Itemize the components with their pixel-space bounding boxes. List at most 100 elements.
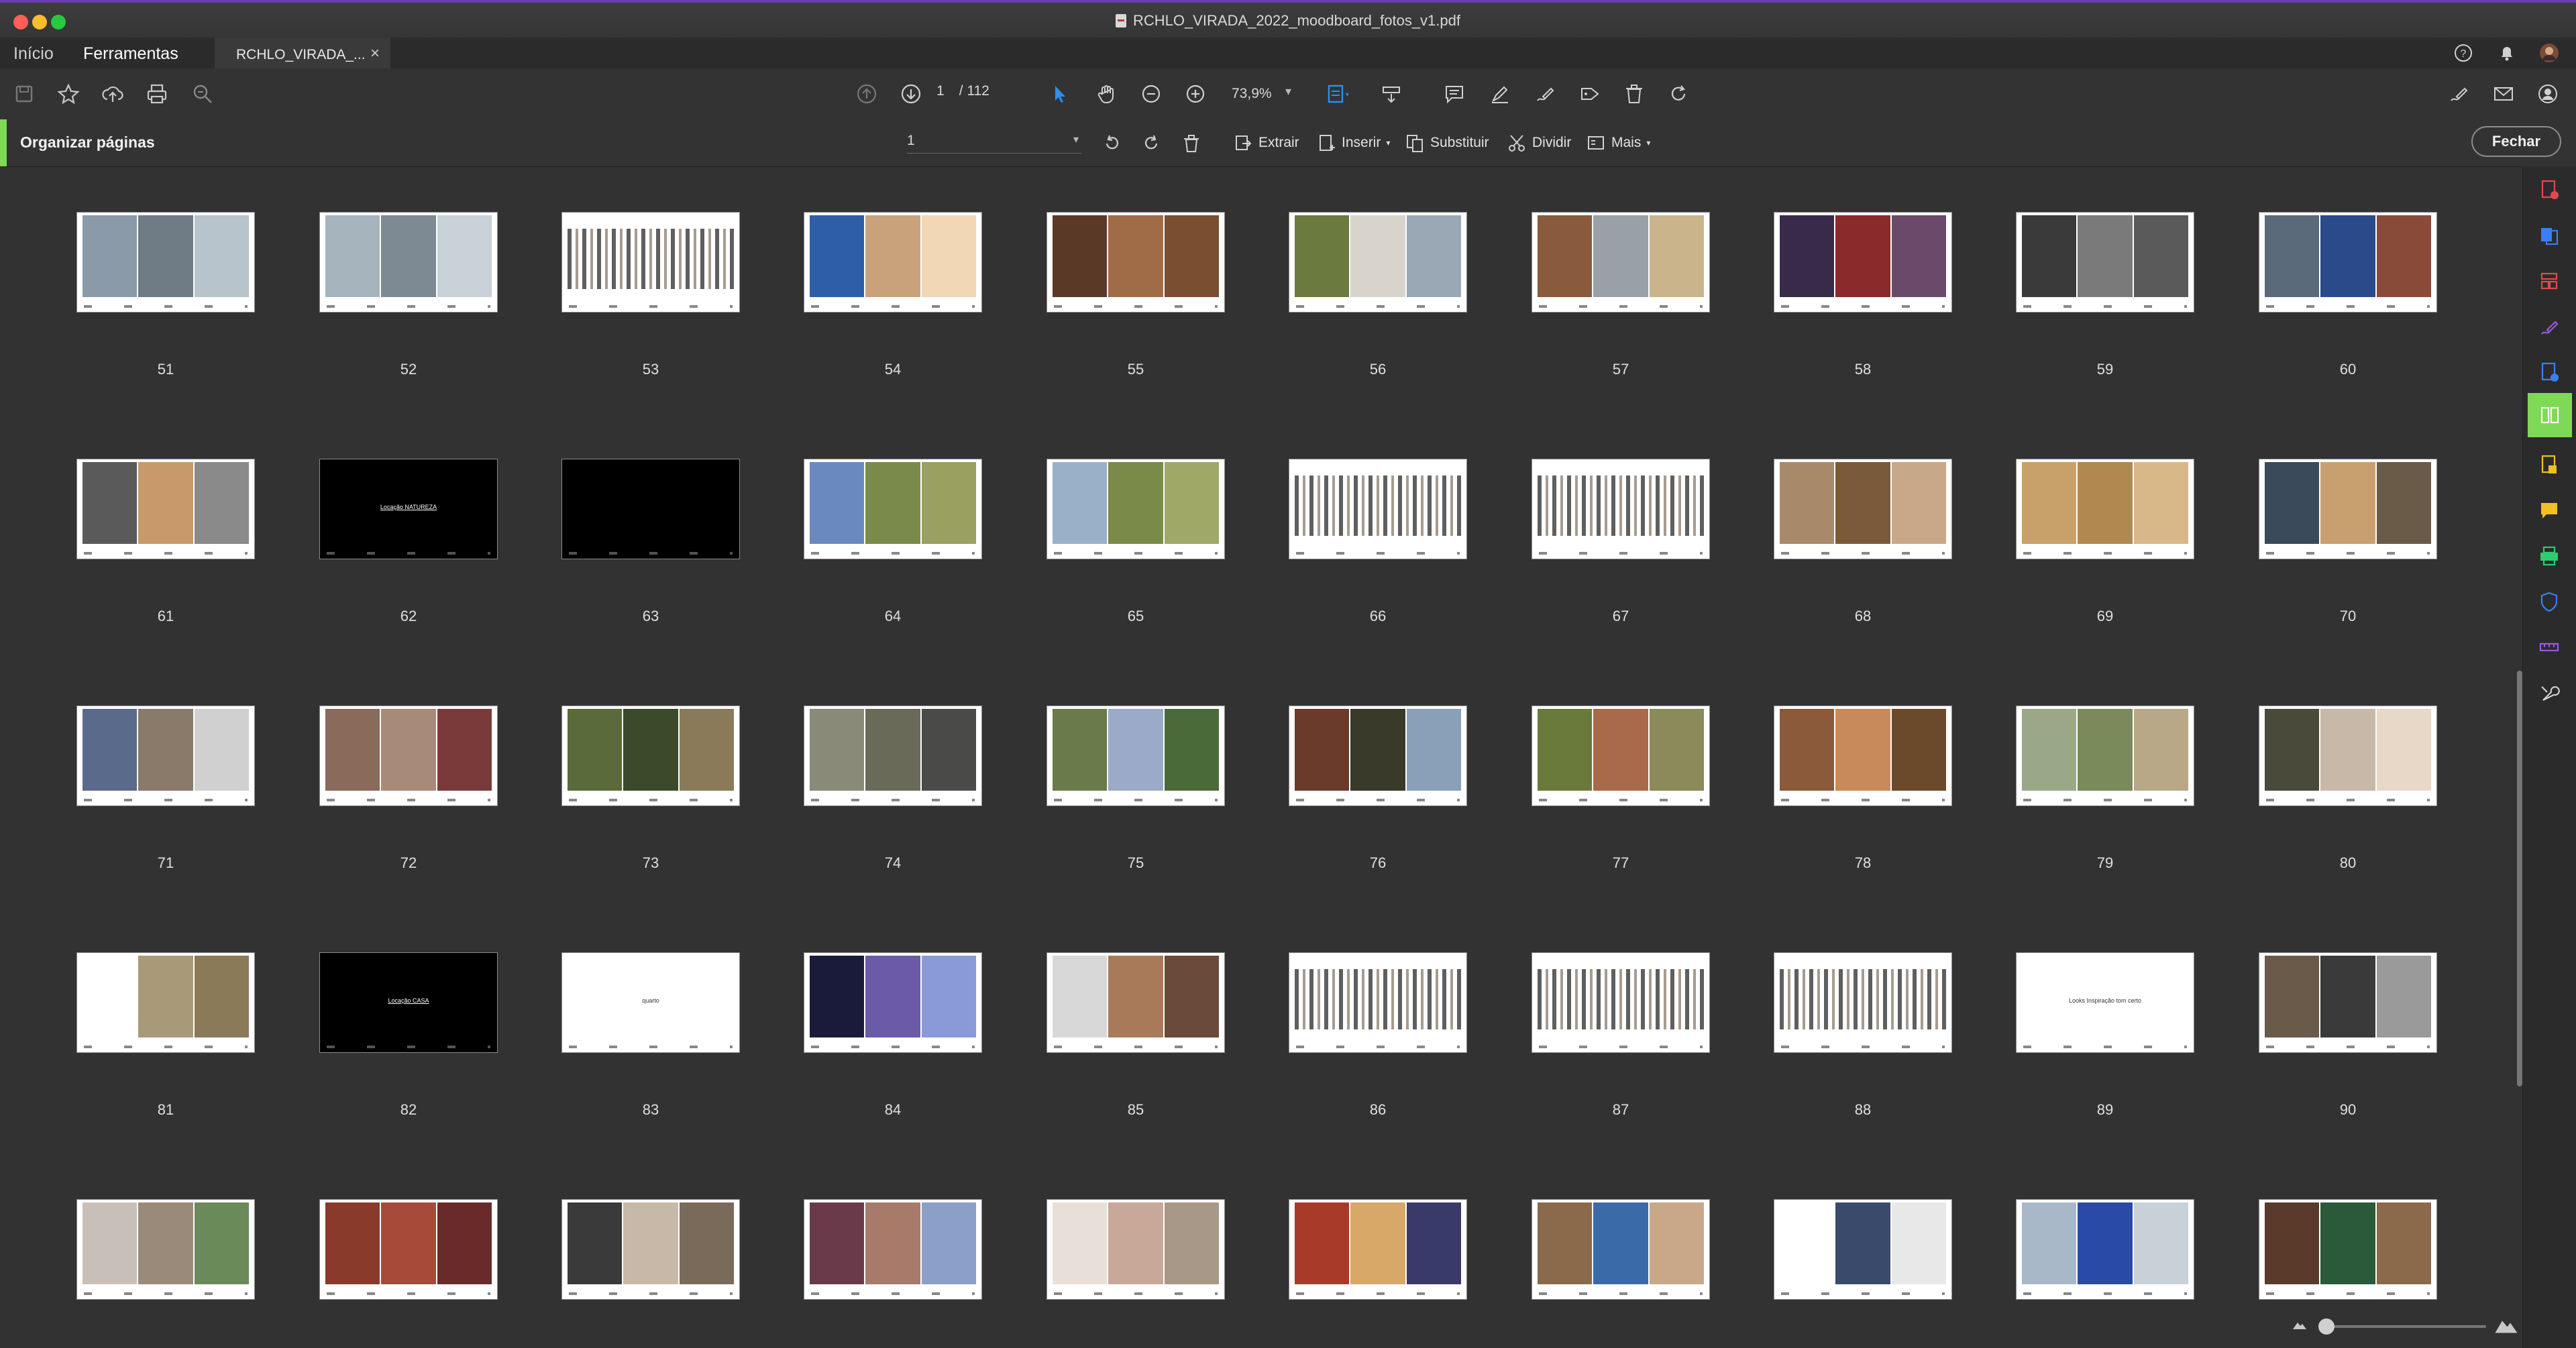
close-organize-button[interactable]: Fechar [2471,126,2561,157]
comment-tool-icon[interactable] [2532,494,2566,527]
page-thumbnail[interactable] [319,1199,498,1300]
page-thumbnail[interactable] [319,706,498,806]
page-current-input[interactable]: 1 [936,83,945,99]
page-thumbnail[interactable] [76,1199,255,1300]
page-thumbnail[interactable] [561,212,740,313]
fill-sign-icon[interactable] [2446,80,2473,107]
page-thumbnail[interactable] [2016,459,2194,559]
highlight-pen-icon[interactable] [1487,80,1513,107]
upload-cloud-icon[interactable] [99,80,126,107]
page-thumbnail[interactable]: Looks Inspiração tom certo [2016,952,2194,1053]
page-thumbnail[interactable] [1774,706,1952,806]
page-thumbnail[interactable] [2016,1199,2194,1300]
export-pdf-icon[interactable] [2532,355,2566,389]
layout-edit-icon[interactable] [2532,264,2566,298]
sign-pen-icon[interactable] [1532,80,1559,107]
page-thumbnail[interactable] [1532,706,1710,806]
label-tag-icon[interactable] [1576,80,1603,107]
scroll-mode-icon[interactable] [1378,80,1405,107]
tab-document[interactable]: RCHLO_VIRADA_... × [215,38,390,68]
page-thumbnail[interactable] [76,706,255,806]
select-cursor-icon[interactable] [1046,80,1073,107]
page-thumbnail[interactable] [1046,212,1225,313]
extract-button[interactable]: Extrair [1233,133,1299,153]
create-pdf-icon[interactable] [2532,173,2566,207]
page-thumbnail[interactable] [2259,459,2437,559]
page-indicator[interactable]: 1 / 112 [936,83,1017,99]
page-thumbnail[interactable] [804,459,982,559]
zoom-level[interactable]: 73,9% [1232,86,1272,102]
page-thumbnail[interactable] [561,1199,740,1300]
page-thumbnail[interactable] [1289,459,1467,559]
page-thumbnail[interactable] [804,952,982,1053]
zoom-dropdown-chevron-icon[interactable]: ▾ [1285,85,1291,99]
page-thumbnail[interactable] [319,212,498,313]
page-thumbnail[interactable] [2259,706,2437,806]
scan-ocr-icon[interactable] [2532,448,2566,482]
page-thumbnail[interactable]: Locação CASA [319,952,498,1053]
large-thumbnails-mountain-icon[interactable] [2494,1312,2518,1339]
page-thumbnail[interactable] [2016,212,2194,313]
page-thumbnail[interactable] [561,459,740,559]
zoom-in-icon[interactable] [1182,80,1209,107]
page-display-icon[interactable]: ▾ [1323,80,1350,107]
vertical-scrollbar[interactable] [2517,671,2522,1086]
small-thumbnails-mountain-icon[interactable] [2292,1316,2308,1335]
page-thumbnail[interactable] [1774,212,1952,313]
thumbnail-size-slider-knob[interactable] [2318,1318,2334,1335]
page-range-select[interactable]: 1 ▾ [907,133,1081,154]
protect-shield-icon[interactable] [2532,585,2566,618]
combine-files-icon[interactable] [2532,219,2566,252]
page-thumbnail[interactable] [1532,1199,1710,1300]
previous-page-icon[interactable] [853,80,880,107]
page-thumbnail[interactable] [1774,1199,1952,1300]
page-thumbnail[interactable] [2259,212,2437,313]
page-thumbnail[interactable] [1046,1199,1225,1300]
page-thumbnail[interactable] [1046,952,1225,1053]
tab-home[interactable]: Início [13,44,54,64]
page-thumbnail[interactable] [1532,212,1710,313]
close-tab-icon[interactable]: × [370,44,380,63]
page-thumbnail[interactable] [561,706,740,806]
page-thumbnail[interactable] [1532,459,1710,559]
print-icon[interactable] [144,80,170,107]
page-thumbnail[interactable]: quarto [561,952,740,1053]
notifications-bell-icon[interactable] [2497,43,2517,63]
tab-tools[interactable]: Ferramentas [83,44,178,64]
find-search-icon[interactable] [189,80,216,107]
page-thumbnail[interactable] [1046,706,1225,806]
more-tools-wrench-icon[interactable] [2532,676,2566,710]
page-thumbnail[interactable]: Locação NATUREZA [319,459,498,559]
delete-page-trash-icon[interactable] [1179,131,1203,156]
email-icon[interactable] [2490,80,2517,107]
page-thumbnail[interactable] [2259,1199,2437,1300]
rotate-left-icon[interactable] [1100,131,1124,156]
page-thumbnail[interactable] [1289,1199,1467,1300]
insert-button[interactable]: Inserir ▾ [1316,133,1390,153]
rotate-icon[interactable] [1665,80,1692,107]
fill-and-sign-icon[interactable] [2532,310,2566,343]
page-thumbnail[interactable] [1774,459,1952,559]
comment-icon[interactable] [1441,80,1468,107]
page-thumbnail[interactable] [1289,952,1467,1053]
save-icon[interactable] [11,80,38,107]
page-thumbnail[interactable] [804,1199,982,1300]
share-user-icon[interactable] [2534,80,2561,107]
split-button[interactable]: Dividir [1507,133,1571,153]
rotate-right-icon[interactable] [1139,131,1163,156]
page-thumbnail[interactable] [1532,952,1710,1053]
page-thumbnail[interactable] [2016,706,2194,806]
thumbnail-size-slider-track[interactable] [2318,1325,2486,1328]
page-thumbnail[interactable] [76,459,255,559]
page-thumbnail[interactable] [2259,952,2437,1053]
delete-trash-icon[interactable] [1621,80,1648,107]
page-thumbnail[interactable] [1289,706,1467,806]
page-thumbnail[interactable] [76,952,255,1053]
page-thumbnail[interactable] [1289,212,1467,313]
replace-button[interactable]: Substituir [1405,133,1489,153]
help-icon[interactable]: ? [2453,43,2473,63]
page-thumbnail[interactable] [1046,459,1225,559]
measure-ruler-icon[interactable] [2532,630,2566,664]
page-thumbnail[interactable] [804,212,982,313]
next-page-icon[interactable] [898,80,924,107]
